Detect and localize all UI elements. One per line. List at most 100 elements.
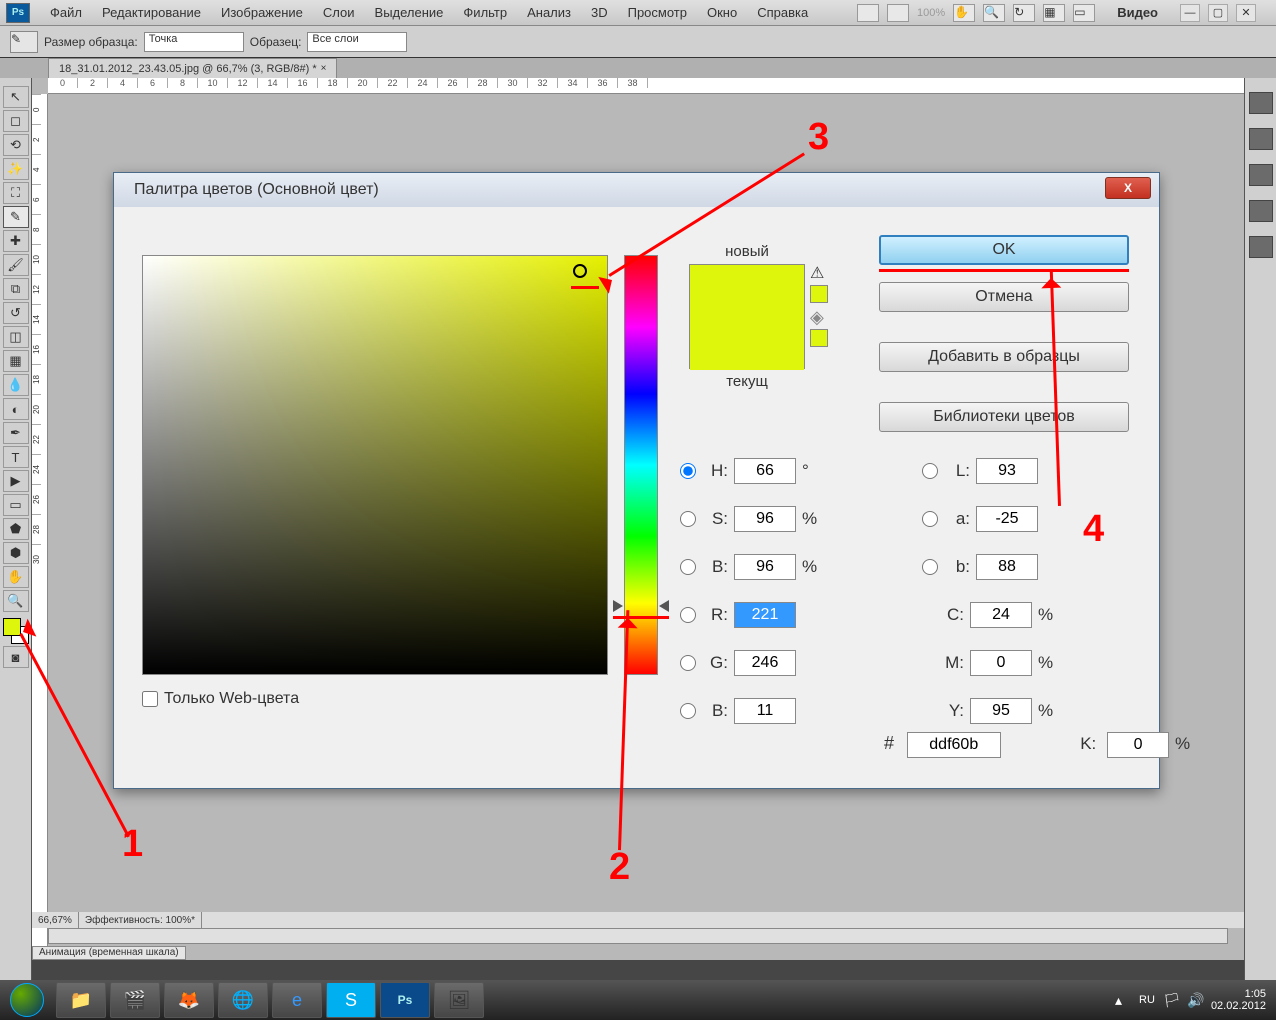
radio-s[interactable] xyxy=(680,511,696,527)
tray-volume-icon[interactable]: 🔊 xyxy=(1187,992,1203,1008)
mb-extras-icon[interactable] xyxy=(857,4,879,22)
websafe-warning-icon[interactable]: ◈ xyxy=(810,307,828,325)
radio-b-rgb[interactable] xyxy=(680,703,696,719)
sample-select[interactable]: Все слои xyxy=(307,32,407,52)
input-l[interactable] xyxy=(976,458,1038,484)
hue-slider-thumb-left-icon[interactable] xyxy=(613,600,623,612)
move-tool[interactable]: ↖ xyxy=(3,86,29,108)
input-m[interactable] xyxy=(970,650,1032,676)
radio-a[interactable] xyxy=(922,511,938,527)
stamp-tool[interactable]: ⧉ xyxy=(3,278,29,300)
taskbar-ie[interactable]: e xyxy=(272,982,322,1018)
cancel-button[interactable]: Отмена xyxy=(879,282,1129,312)
quickmask-tool[interactable]: ◙ xyxy=(3,646,29,668)
menu-3d[interactable]: 3D xyxy=(581,1,618,24)
tray-up-icon[interactable]: ▴ xyxy=(1115,992,1131,1008)
dialog-close-button[interactable]: X xyxy=(1105,177,1151,199)
menu-layers[interactable]: Слои xyxy=(313,1,365,24)
taskbar-skype[interactable]: S xyxy=(326,982,376,1018)
input-s[interactable] xyxy=(734,506,796,532)
input-g[interactable] xyxy=(734,650,796,676)
mb-screen-icon[interactable] xyxy=(887,4,909,22)
taskbar-imageviewer[interactable]: 🖼 xyxy=(434,982,484,1018)
color-field-cursor[interactable] xyxy=(573,264,587,278)
taskbar-photoshop[interactable]: Ps xyxy=(380,982,430,1018)
zoom-tool[interactable]: 🔍 xyxy=(3,590,29,612)
mb-zoom[interactable]: 100% xyxy=(917,7,945,19)
hue-slider-thumb-right-icon[interactable] xyxy=(659,600,669,612)
tray-flag-icon[interactable]: 🏳 xyxy=(1163,992,1179,1008)
sample-size-select[interactable]: Точка xyxy=(144,32,244,52)
window-close-icon[interactable]: ✕ xyxy=(1236,4,1256,22)
menu-view[interactable]: Просмотр xyxy=(618,1,697,24)
tool-preset-icon[interactable]: ✎ xyxy=(10,31,38,53)
input-y[interactable] xyxy=(970,698,1032,724)
saturation-brightness-field[interactable] xyxy=(142,255,608,675)
color-libraries-button[interactable]: Библиотеки цветов xyxy=(879,402,1129,432)
menu-edit[interactable]: Редактирование xyxy=(92,1,211,24)
tray-clock[interactable]: 1:05 02.02.2012 xyxy=(1211,988,1266,1012)
status-efficiency[interactable]: Эффективность: 100%* xyxy=(79,912,202,928)
input-c[interactable] xyxy=(970,602,1032,628)
window-restore-icon[interactable]: ▢ xyxy=(1208,4,1228,22)
animation-panel-tab[interactable]: Анимация (временная шкала) xyxy=(32,946,186,960)
input-r[interactable] xyxy=(734,602,796,628)
tray-lang[interactable]: RU xyxy=(1139,994,1155,1006)
dialog-titlebar[interactable]: Палитра цветов (Основной цвет) X xyxy=(114,173,1159,207)
menu-analysis[interactable]: Анализ xyxy=(517,1,581,24)
status-zoom[interactable]: 66,67% xyxy=(32,912,79,928)
menu-image[interactable]: Изображение xyxy=(211,1,313,24)
3d-camera-tool[interactable]: ⬢ xyxy=(3,542,29,564)
menu-select[interactable]: Выделение xyxy=(365,1,454,24)
path-select-tool[interactable]: ▶ xyxy=(3,470,29,492)
input-b-hsb[interactable] xyxy=(734,554,796,580)
taskbar-explorer[interactable]: 📁 xyxy=(56,982,106,1018)
websafe-warning-swatch[interactable] xyxy=(810,329,828,347)
blur-tool[interactable]: 💧 xyxy=(3,374,29,396)
color-panel-icon[interactable] xyxy=(1249,128,1273,150)
dodge-tool[interactable]: ◐ xyxy=(3,398,29,420)
channels-panel-icon[interactable] xyxy=(1249,236,1273,258)
input-h[interactable] xyxy=(734,458,796,484)
preview-current-swatch[interactable] xyxy=(690,320,804,370)
marquee-tool[interactable]: ◻ xyxy=(3,110,29,132)
input-b-lab[interactable] xyxy=(976,554,1038,580)
workspace-switcher[interactable]: Видео xyxy=(1103,5,1172,20)
radio-g[interactable] xyxy=(680,655,696,671)
input-a[interactable] xyxy=(976,506,1038,532)
eyedropper-tool[interactable]: ✎ xyxy=(3,206,29,228)
hand-tool[interactable]: ✋ xyxy=(3,566,29,588)
history-brush-tool[interactable]: ↺ xyxy=(3,302,29,324)
heal-tool[interactable]: ✚ xyxy=(3,230,29,252)
menu-window[interactable]: Окно xyxy=(697,1,747,24)
crop-tool[interactable]: ⛶ xyxy=(3,182,29,204)
shape-tool[interactable]: ▭ xyxy=(3,494,29,516)
color-swatches[interactable] xyxy=(3,618,29,644)
ok-button[interactable]: OK xyxy=(879,235,1129,265)
radio-l[interactable] xyxy=(922,463,938,479)
brush-tool[interactable]: 🖌 xyxy=(3,254,29,276)
lasso-tool[interactable]: ⟲ xyxy=(3,134,29,156)
add-to-swatches-button[interactable]: Добавить в образцы xyxy=(879,342,1129,372)
taskbar-firefox[interactable]: 🦊 xyxy=(164,982,214,1018)
input-hex[interactable] xyxy=(907,732,1001,758)
radio-r[interactable] xyxy=(680,607,696,623)
taskbar-app1[interactable]: 🎬 xyxy=(110,982,160,1018)
type-tool[interactable]: T xyxy=(3,446,29,468)
taskbar-chrome[interactable]: 🌐 xyxy=(218,982,268,1018)
document-tab[interactable]: 18_31.01.2012_23.43.05.jpg @ 66,7% (3, R… xyxy=(48,58,337,78)
scrollbar-horizontal[interactable] xyxy=(48,928,1228,944)
radio-b-lab[interactable] xyxy=(922,559,938,575)
input-b-rgb[interactable] xyxy=(734,698,796,724)
gradient-tool[interactable]: ▦ xyxy=(3,350,29,372)
gamut-warning-icon[interactable]: ⚠ xyxy=(810,263,830,281)
screenmode-icon[interactable]: ▭ xyxy=(1073,4,1095,22)
hue-slider[interactable] xyxy=(624,255,658,675)
arrange-icon[interactable]: ▦ xyxy=(1043,4,1065,22)
web-colors-only-checkbox[interactable]: Только Web-цвета xyxy=(142,690,299,708)
window-minimize-icon[interactable]: — xyxy=(1180,4,1200,22)
menu-filter[interactable]: Фильтр xyxy=(453,1,517,24)
hand-icon[interactable]: ✋ xyxy=(953,4,975,22)
input-k[interactable] xyxy=(1107,732,1169,758)
radio-h[interactable] xyxy=(680,463,696,479)
